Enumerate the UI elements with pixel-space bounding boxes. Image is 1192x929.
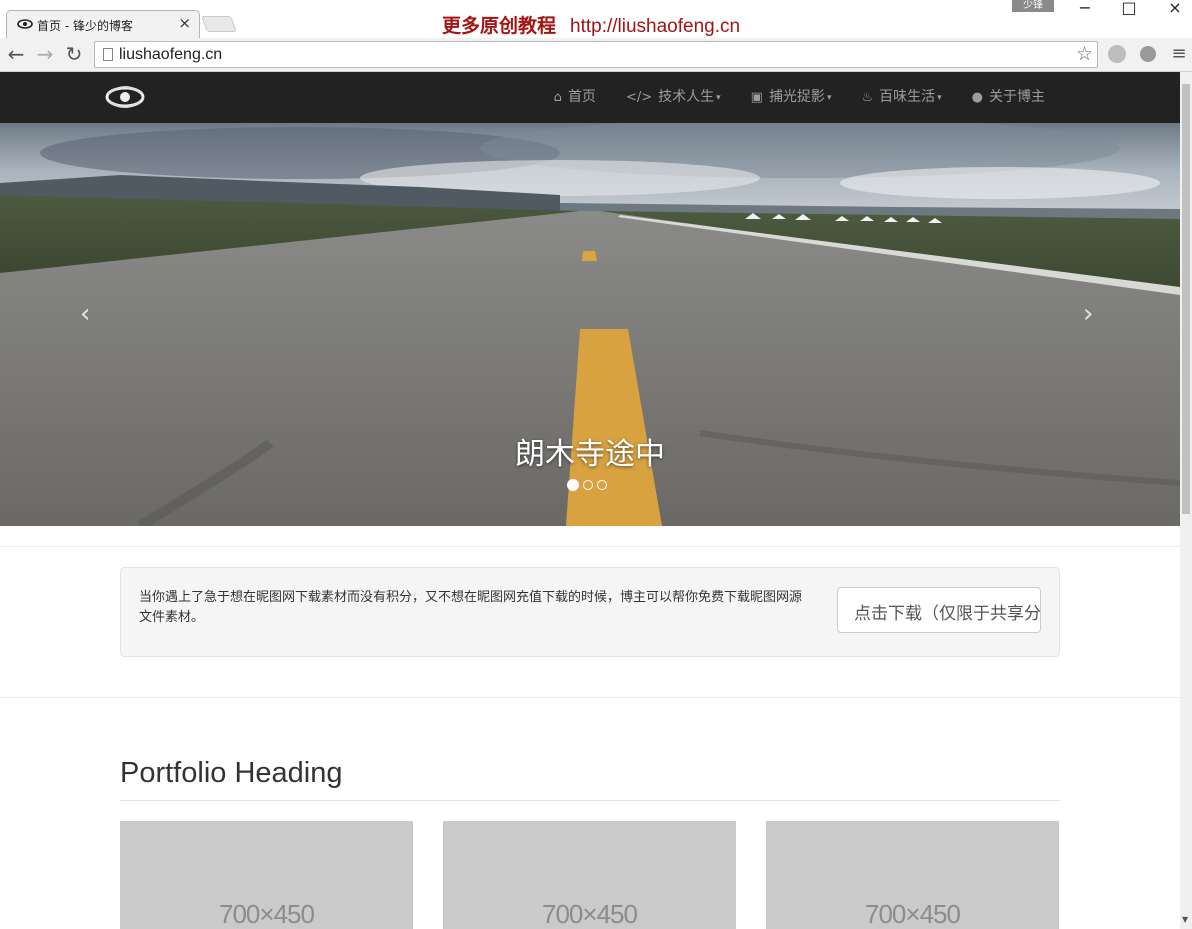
extension-record-icon[interactable] — [1140, 46, 1156, 62]
nav-item-photo[interactable]: ▣ 捕光捉影 ▾ — [736, 72, 847, 123]
site-navbar: ⌂ 首页 </> 技术人生 ▾ ▣ 捕光捉影 ▾ ♨ 百味生活 ▾ ● 关于博主 — [0, 72, 1180, 123]
back-icon[interactable]: ← — [5, 42, 27, 66]
page-icon — [103, 48, 113, 61]
carousel-next-icon[interactable]: › — [1083, 299, 1093, 329]
page-scrollbar[interactable]: ▼ — [1180, 72, 1192, 929]
bookmark-star-icon[interactable]: ☆ — [1076, 43, 1093, 65]
scroll-down-icon[interactable]: ▼ — [1182, 915, 1188, 924]
nav-label: 关于博主 — [989, 89, 1045, 105]
chrome-menu-icon[interactable]: ≡ — [1168, 42, 1190, 66]
site-logo-icon[interactable] — [104, 82, 146, 112]
caret-down-icon: ▾ — [716, 93, 721, 103]
carousel-indicator-1[interactable] — [567, 479, 579, 491]
placeholder-label: 700×450 — [219, 899, 315, 929]
home-icon: ⌂ — [553, 90, 562, 105]
nav-label: 首页 — [567, 89, 596, 105]
reload-icon[interactable]: ↻ — [63, 42, 85, 66]
browser-titlebar: 首页 - 锋少的博客 × 更多原创教程 http://liushaofeng.cn… — [0, 0, 1192, 38]
nav-item-life[interactable]: ♨ 百味生活 ▾ — [846, 72, 956, 123]
browser-toolbar: ← → ↻ liushaofeng.cn ☆ ≡ — [0, 38, 1192, 72]
maximize-button[interactable]: □ — [1114, 0, 1144, 17]
nav-item-home[interactable]: ⌂ 首页 — [539, 72, 611, 123]
user-icon: ● — [971, 90, 983, 105]
carousel-caption: 朗木寺途中 — [515, 437, 665, 472]
download-button-label: 点击下载（仅限于共享分） — [854, 604, 1041, 624]
minimize-button[interactable]: − — [1070, 0, 1100, 17]
caret-down-icon: ▾ — [826, 93, 832, 103]
nav-label: 捕光捉影 — [768, 89, 825, 105]
download-button[interactable]: 点击下载（仅限于共享分） — [837, 587, 1041, 633]
forward-icon[interactable]: → — [34, 42, 56, 66]
promo-banner: 更多原创教程 http://liushaofeng.cn — [442, 11, 740, 38]
eye-logo-icon — [17, 19, 33, 29]
nav-label: 百味生活 — [879, 89, 936, 105]
profile-badge[interactable]: 少锋 — [1012, 0, 1054, 12]
nav-item-about[interactable]: ● 关于博主 — [957, 72, 1060, 123]
tab-close-icon[interactable]: × — [178, 14, 191, 32]
placeholder-label: 700×450 — [542, 899, 638, 929]
code-icon: </> — [625, 90, 653, 105]
carousel-indicators — [567, 479, 607, 491]
portfolio-item[interactable]: 700×450 — [443, 821, 736, 929]
placeholder-label: 700×450 — [865, 899, 961, 929]
divider — [0, 546, 1180, 547]
caret-down-icon: ▾ — [937, 93, 942, 103]
new-tab-button[interactable] — [201, 16, 237, 32]
picture-icon: ▣ — [750, 90, 763, 105]
browser-tab-active[interactable]: 首页 - 锋少的博客 × — [6, 10, 200, 38]
promo-url: http://liushaofeng.cn — [570, 16, 741, 37]
carousel-indicator-3[interactable] — [597, 480, 607, 490]
promo-text: 更多原创教程 — [442, 15, 557, 37]
carousel-indicator-2[interactable] — [583, 480, 593, 490]
heading-rule — [120, 800, 1060, 801]
url-text[interactable]: liushaofeng.cn — [119, 46, 222, 64]
cutlery-icon: ♨ — [861, 90, 874, 105]
portfolio-item[interactable]: 700×450 — [766, 821, 1059, 929]
well-text: 当你遇上了急于想在昵图网下载素材而没有积分，又不想在昵图网充值下载的时候，博主可… — [139, 590, 803, 625]
portfolio-item[interactable]: 700×450 — [120, 821, 413, 929]
scrollbar-thumb[interactable] — [1182, 84, 1190, 514]
address-bar[interactable]: liushaofeng.cn ☆ — [94, 41, 1098, 68]
site-menu: ⌂ 首页 </> 技术人生 ▾ ▣ 捕光捉影 ▾ ♨ 百味生活 ▾ ● 关于博主 — [539, 72, 1060, 123]
portfolio-heading: Portfolio Heading — [120, 757, 343, 789]
carousel-prev-icon[interactable]: ‹ — [80, 299, 90, 329]
nav-item-tech[interactable]: </> 技术人生 ▾ — [611, 72, 736, 123]
hero-carousel[interactable]: ‹ › 朗木寺途中 — [0, 123, 1180, 526]
close-window-button[interactable]: × — [1160, 0, 1190, 17]
divider — [0, 697, 1180, 698]
extension-globe-icon[interactable] — [1108, 45, 1126, 63]
tab-title: 首页 - 锋少的博客 — [37, 19, 133, 33]
download-well: 当你遇上了急于想在昵图网下载素材而没有积分，又不想在昵图网充值下载的时候，博主可… — [120, 567, 1060, 657]
nav-label: 技术人生 — [658, 89, 715, 105]
